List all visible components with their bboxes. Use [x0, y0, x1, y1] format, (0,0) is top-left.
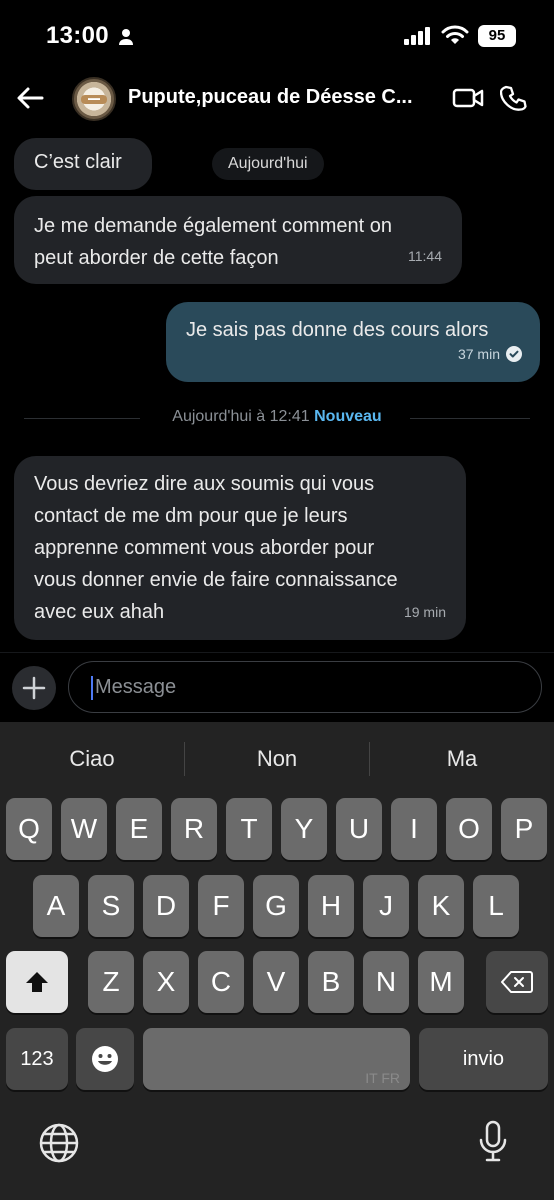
microphone-icon[interactable]: [478, 1120, 508, 1164]
message-time: 37 min: [457, 346, 500, 362]
suggestion-separator: [369, 742, 370, 776]
shift-icon: [26, 972, 48, 992]
suggestion-item[interactable]: Ma: [400, 746, 524, 772]
backspace-key[interactable]: [486, 951, 548, 1013]
numbers-key[interactable]: 123: [6, 1028, 68, 1090]
key-i[interactable]: I: [391, 798, 437, 860]
message-input[interactable]: Message: [68, 661, 542, 713]
message-text: C’est clair: [34, 151, 122, 173]
message-line: contact de me dm pour que je leurs: [34, 505, 348, 527]
battery-indicator: 95: [478, 25, 516, 47]
date-pill: Aujourd'hui: [212, 148, 324, 180]
suggestion-separator: [184, 742, 185, 776]
text-caret: [91, 676, 93, 700]
key-u[interactable]: U: [336, 798, 382, 860]
key-y[interactable]: Y: [281, 798, 327, 860]
key-r[interactable]: R: [171, 798, 217, 860]
key-s[interactable]: S: [88, 875, 134, 937]
key-n[interactable]: N: [363, 951, 409, 1013]
new-label: Nouveau: [314, 408, 382, 425]
message-line: Je me demande également comment on: [34, 215, 392, 237]
key-z[interactable]: Z: [88, 951, 134, 1013]
new-messages-divider: Aujourd'hui à 12:41 Nouveau: [0, 408, 554, 426]
conversation-title[interactable]: Pupute,puceau de Déesse C...: [128, 86, 428, 109]
message-line: apprenne comment vous aborder pour: [34, 537, 375, 559]
phone-icon[interactable]: [500, 84, 528, 112]
message-composer: Message: [0, 652, 554, 722]
key-f[interactable]: F: [198, 875, 244, 937]
key-e[interactable]: E: [116, 798, 162, 860]
key-q[interactable]: Q: [6, 798, 52, 860]
chat-header: ▬▬ Pupute,puceau de Déesse C...: [0, 70, 554, 130]
key-j[interactable]: J: [363, 875, 409, 937]
message-timestamp: 37 min: [458, 338, 522, 370]
key-l[interactable]: L: [473, 875, 519, 937]
status-bar: 13:00 95: [0, 0, 554, 70]
emoji-key[interactable]: [76, 1028, 134, 1090]
key-b[interactable]: B: [308, 951, 354, 1013]
status-time: 13:00: [46, 22, 109, 49]
return-key[interactable]: invio: [419, 1028, 548, 1090]
message-bubble-received[interactable]: Je me demande également comment on peut …: [14, 196, 462, 284]
globe-icon[interactable]: [38, 1122, 80, 1164]
wifi-icon: [441, 25, 469, 44]
plus-icon: [22, 676, 46, 700]
avatar-image-label: ▬▬: [81, 95, 107, 104]
backspace-icon: [501, 971, 533, 993]
message-placeholder: Message: [95, 676, 177, 698]
key-k[interactable]: K: [418, 875, 464, 937]
video-call-icon[interactable]: [452, 86, 484, 110]
key-c[interactable]: C: [198, 951, 244, 1013]
message-line: Vous devriez dire aux soumis qui vous: [34, 473, 375, 495]
back-arrow-icon[interactable]: [14, 82, 46, 114]
check-icon: [506, 346, 522, 362]
space-key[interactable]: IT FR: [143, 1028, 410, 1090]
message-line: avec eux ahah: [34, 601, 165, 623]
shift-key[interactable]: [6, 951, 68, 1013]
suggestion-item[interactable]: Non: [214, 746, 340, 772]
message-bubble-received[interactable]: C’est clair: [14, 138, 152, 190]
key-m[interactable]: M: [418, 951, 464, 1013]
key-p[interactable]: P: [501, 798, 547, 860]
divider-time: Aujourd'hui à 12:41: [172, 408, 310, 425]
key-o[interactable]: O: [446, 798, 492, 860]
message-timestamp: 19 min: [403, 604, 446, 620]
key-h[interactable]: H: [308, 875, 354, 937]
person-icon: [119, 29, 133, 45]
suggestion-item[interactable]: Ciao: [30, 746, 154, 772]
message-line: peut aborder de cette façon: [34, 247, 279, 269]
message-bubble-sent[interactable]: Je sais pas donne des cours alors 37 min: [166, 302, 540, 382]
attach-button[interactable]: [12, 666, 56, 710]
suggestion-bar: Ciao Non Ma: [0, 722, 554, 798]
space-language-label: IT FR: [365, 1070, 400, 1086]
message-list[interactable]: C’est clair Aujourd'hui Je me demande ég…: [0, 130, 554, 652]
key-g[interactable]: G: [253, 875, 299, 937]
key-v[interactable]: V: [253, 951, 299, 1013]
key-d[interactable]: D: [143, 875, 189, 937]
key-a[interactable]: A: [33, 875, 79, 937]
emoji-icon: [92, 1046, 118, 1072]
keyboard: Ciao Non Ma Q W E R T Y U I O P A S D F …: [0, 722, 554, 1200]
key-x[interactable]: X: [143, 951, 189, 1013]
message-bubble-received[interactable]: Vous devriez dire aux soumis qui vous co…: [14, 456, 466, 640]
message-line: vous donner envie de faire connaissance: [34, 569, 398, 591]
avatar[interactable]: ▬▬: [72, 77, 116, 121]
key-t[interactable]: T: [226, 798, 272, 860]
signal-icon: [404, 27, 430, 45]
message-timestamp: 11:44: [408, 248, 442, 264]
key-w[interactable]: W: [61, 798, 107, 860]
